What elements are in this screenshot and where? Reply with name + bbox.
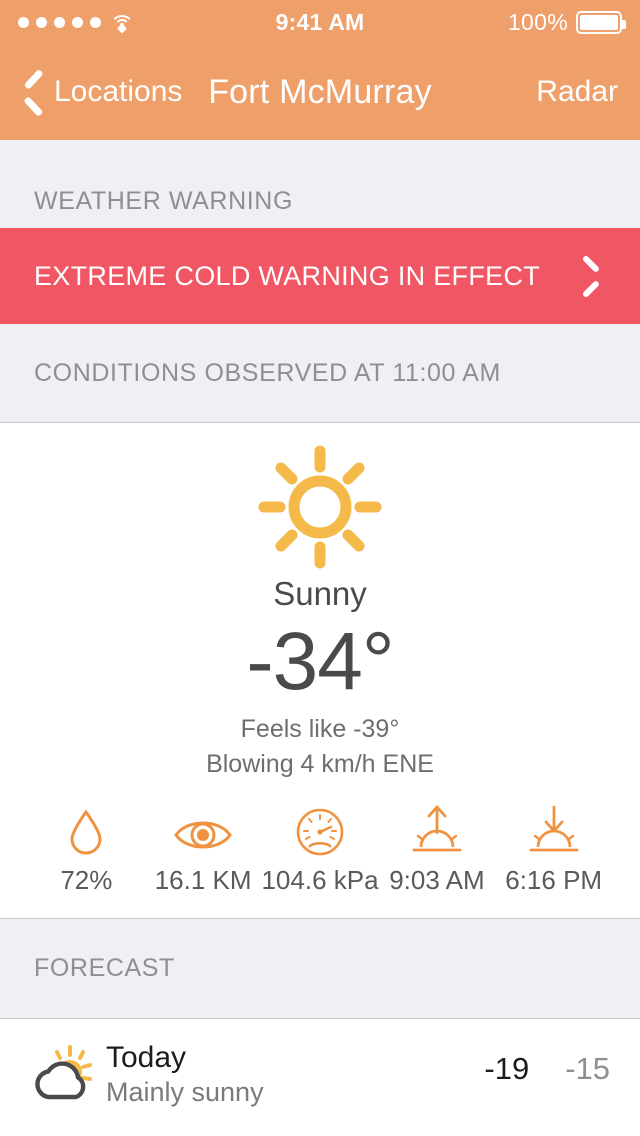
metric-sunset: 6:16 PM (495, 803, 612, 896)
chevron-right-icon (582, 259, 600, 293)
humidity-value: 72% (60, 865, 113, 896)
weather-app-screen: 9:41 AM 100% Locations Fort McMurray Rad… (0, 0, 640, 1136)
radar-button[interactable]: Radar (536, 75, 618, 109)
current-conditions-panel: Sunny -34° Feels like -39° Blowing 4 km/… (0, 423, 640, 920)
forecast-summary: Mainly sunny (106, 1076, 264, 1107)
navigation-bar: Locations Fort McMurray Radar (0, 44, 640, 140)
forecast-row-labels: Today Mainly sunny (106, 1041, 484, 1108)
weather-warning-label: WEATHER WARNING (34, 187, 293, 215)
eye-icon (173, 803, 233, 857)
metric-pressure: 104.6 kPa (261, 803, 379, 896)
status-bar: 9:41 AM 100% (0, 0, 640, 44)
sunrise-icon (410, 803, 464, 857)
chevron-left-icon (22, 73, 44, 111)
back-button-label: Locations (54, 75, 183, 108)
metric-sunrise: 9:03 AM (379, 803, 496, 896)
sunset-icon (527, 803, 581, 857)
current-condition-icon-wrap (0, 445, 640, 569)
forecast-day: Today (106, 1041, 187, 1075)
visibility-value: 16.1 KM (154, 865, 252, 896)
battery-full-icon (576, 10, 626, 34)
conditions-observed-label: CONDITIONS OBSERVED AT 11:00 AM (34, 358, 501, 387)
forecast-high-temp: -15 (565, 1051, 610, 1087)
forecast-low-temp: -19 (484, 1051, 530, 1087)
metric-visibility: 16.1 KM (145, 803, 262, 896)
sun-behind-cloud-icon (30, 1041, 106, 1112)
pressure-value: 104.6 kPa (261, 865, 379, 896)
warning-banner-text: EXTREME COLD WARNING IN EFFECT (34, 260, 541, 291)
forecast-row-today[interactable]: Today Mainly sunny -19 -15 Mainly sunny.… (0, 1019, 640, 1136)
wind-text: Blowing 4 km/h ENE (206, 750, 434, 779)
metric-humidity: 72% (28, 803, 145, 896)
sunrise-value: 9:03 AM (389, 865, 485, 896)
forecast-temperatures: -19 -15 (484, 1041, 610, 1087)
sunset-value: 6:16 PM (505, 865, 603, 896)
weather-warning-section-header: WEATHER WARNING (0, 140, 640, 228)
forecast-description: Mainly sunny. Increasing cloudiness late… (30, 1132, 610, 1136)
conditions-section-header: CONDITIONS OBSERVED AT 11:00 AM (0, 324, 640, 423)
status-bar-right: 100% (507, 8, 626, 36)
sun-icon (258, 445, 382, 569)
feels-like-text: Feels like -39° (240, 715, 400, 744)
forecast-label: FORECAST (34, 954, 175, 983)
forecast-section-header: FORECAST (0, 919, 640, 1020)
forecast-row-header: Today Mainly sunny -19 -15 (30, 1041, 610, 1112)
current-temperature: -34° (246, 616, 394, 707)
current-condition-text: Sunny (273, 575, 367, 612)
extreme-cold-warning-banner[interactable]: EXTREME COLD WARNING IN EFFECT (0, 228, 640, 324)
battery-percentage: 100% (507, 8, 568, 35)
gauge-icon (295, 803, 345, 857)
back-to-locations-button[interactable]: Locations (22, 73, 182, 111)
metrics-row: 72% 16.1 KM 104.6 kPa 9:03 AM 6:16 PM (0, 803, 640, 918)
droplet-icon (66, 803, 106, 857)
